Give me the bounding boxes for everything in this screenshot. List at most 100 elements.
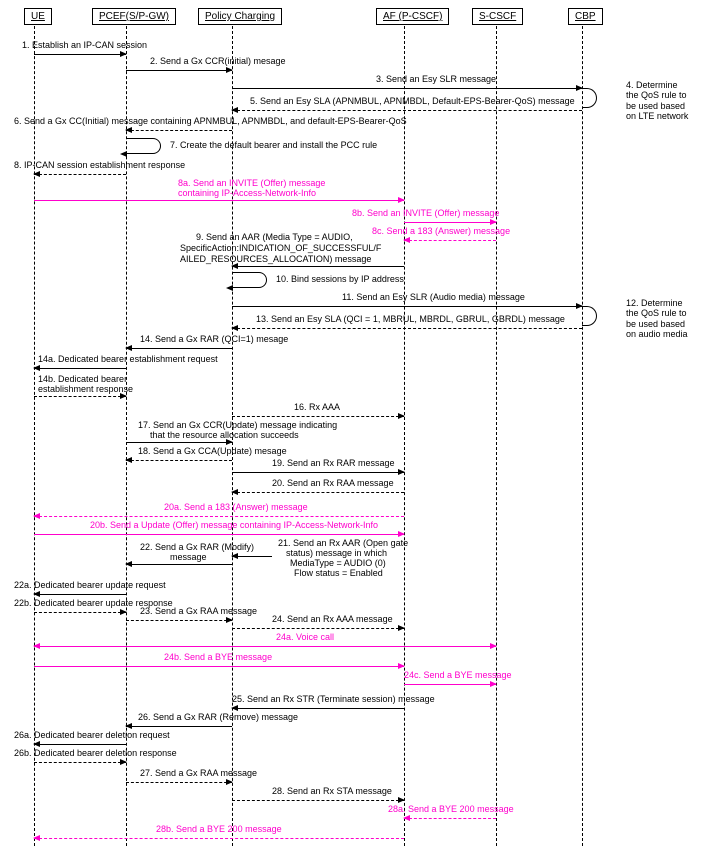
msg-17-l2: that the resource allocation succeeds [150,430,299,440]
msg-8: 8. IP-CAN session establishment response [14,160,185,170]
msg-8a-l1: 8a. Send an INVITE (Offer) message [178,178,325,188]
msg-12: 12. Determine the QoS rule to be used ba… [626,298,690,339]
msg-24: 24. Send an Rx AAA message [272,614,393,624]
msg-7: 7. Create the default bearer and install… [170,140,377,150]
msg-14b-l1: 14b. Dedicated bearer [38,374,127,384]
bump-12 [582,306,597,326]
msg-1: 1. Establish an IP-CAN session [22,40,147,50]
msg-3: 3. Send an Esy SLR message [376,74,496,84]
arrow-26a [34,744,126,745]
arrow-21 [232,556,272,557]
arrow-5 [232,110,582,111]
msg-20a: 20a. Send a 183 (Answer) message [164,502,308,512]
arrow-28a [404,818,496,819]
arrow-24a [34,646,496,647]
msg-24c: 24c. Send a BYE message [404,670,512,680]
arrow-6 [126,130,232,131]
arrow-17 [126,442,232,443]
loop-7 [126,138,161,154]
arrow-18 [126,460,232,461]
msg-14b-l2: establishment response [38,384,133,394]
arrow-8a [34,200,404,201]
msg-22a: 22a. Dedicated bearer update request [14,580,166,590]
arrow-2 [126,70,232,71]
msg-20b: 20b. Send a Update (Offer) message conta… [90,520,378,530]
bump-4 [582,88,597,108]
msg-26b: 26b. Dedicated bearer deletion response [14,748,177,758]
msg-20: 20. Send an Rx RAA message [272,478,394,488]
arrow-24b [34,666,404,667]
msg-28b: 28b. Send a BYE 200 message [156,824,282,834]
lifeline-af [404,26,405,846]
msg-21-l3: MediaType = AUDIO (0) [290,558,386,568]
actor-pcef: PCEF(S/P-GW) [92,8,176,25]
msg-4: 4. Determine the QoS rule to be used bas… [626,80,690,121]
arrow-25 [232,708,404,709]
arrow-20b [34,534,404,535]
arrow-24c [404,684,496,685]
msg-27: 27. Send a Gx RAA message [140,768,257,778]
arrow-11 [232,306,582,307]
lifeline-cbp [582,26,583,846]
msg-8a-l2: containing IP-Access-Network-Info [178,188,316,198]
arrow-28b [34,838,404,839]
arrow-16 [232,416,404,417]
lifeline-scscf [496,26,497,846]
arrow-1 [34,54,126,55]
arrow-8 [34,174,126,175]
msg-22-l1: 22. Send a Gx RAR (Modify) [140,542,254,552]
lifeline-ue [34,26,35,846]
arrow-22 [126,564,232,565]
arrow-24 [232,628,404,629]
arrow-27 [126,782,232,783]
msg-17-l1: 17. Send an Gx CCR(Update) message indic… [138,420,337,430]
msg-26a: 26a. Dedicated bearer deletion request [14,730,170,740]
actor-af: AF (P-CSCF) [376,8,449,25]
msg-14a: 14a. Dedicated bearer establishment requ… [38,354,218,364]
msg-18: 18. Send a Gx CCA(Update) mesage [138,446,287,456]
msg-24b: 24b. Send a BYE message [164,652,272,662]
msg-16: 16. Rx AAA [294,402,340,412]
loop-10 [232,272,267,288]
msg-23: 23. Send a Gx RAA message [140,606,257,616]
actor-cbp: CBP [568,8,603,25]
arrow-22a [34,594,126,595]
msg-9-l3: AILED_RESOURCES_ALLOCATION) message [180,254,371,264]
actor-ue: UE [24,8,52,25]
arrow-14 [126,348,232,349]
msg-2: 2. Send a Gx CCR(initial) mesage [150,56,286,66]
arrow-14b [34,396,126,397]
msg-8c: 8c. Send a 183 (Answer) message [372,226,510,236]
arrow-3 [232,88,582,89]
msg-24a: 24a. Voice call [276,632,334,642]
actor-scscf: S-CSCF [472,8,523,25]
arrow-20 [232,492,404,493]
arrow-9 [232,266,404,267]
msg-26: 26. Send a Gx RAR (Remove) message [138,712,298,722]
msg-28a: 28a. Send a BYE 200 message [388,804,514,814]
actor-policy: Policy Charging [198,8,282,25]
msg-25: 25. Send an Rx STR (Terminate session) m… [232,694,435,704]
arrow-8c [404,240,496,241]
arrow-26 [126,726,232,727]
msg-21-l2: status) message in which [286,548,387,558]
msg-22-l2: message [170,552,207,562]
msg-13: 13. Send an Esy SLA (QCI = 1, MBRUL, MBR… [256,314,565,324]
arrow-20a [34,516,404,517]
arrow-28 [232,800,404,801]
arrow-26b [34,762,126,763]
msg-6: 6. Send a Gx CC(Initial) message contain… [14,116,407,126]
arrow-8b [404,222,496,223]
arrow-19 [232,472,404,473]
arrow-23 [126,620,232,621]
msg-21-l1: 21. Send an Rx AAR (Open gate [278,538,408,548]
msg-19: 19. Send an Rx RAR message [272,458,395,468]
msg-5: 5. Send an Esy SLA (APNMBUL, APNMBDL, De… [250,96,575,106]
msg-28: 28. Send an Rx STA message [272,786,392,796]
msg-10: 10. Bind sessions by IP address [276,274,404,284]
msg-8b: 8b. Send an INVITE (Offer) message [352,208,499,218]
msg-21-l4: Flow status = Enabled [294,568,383,578]
arrow-22b [34,612,126,613]
msg-9-l2: SpecificAction:INDICATION_OF_SUCCESSFUL/… [180,243,381,253]
arrow-14a [34,368,126,369]
